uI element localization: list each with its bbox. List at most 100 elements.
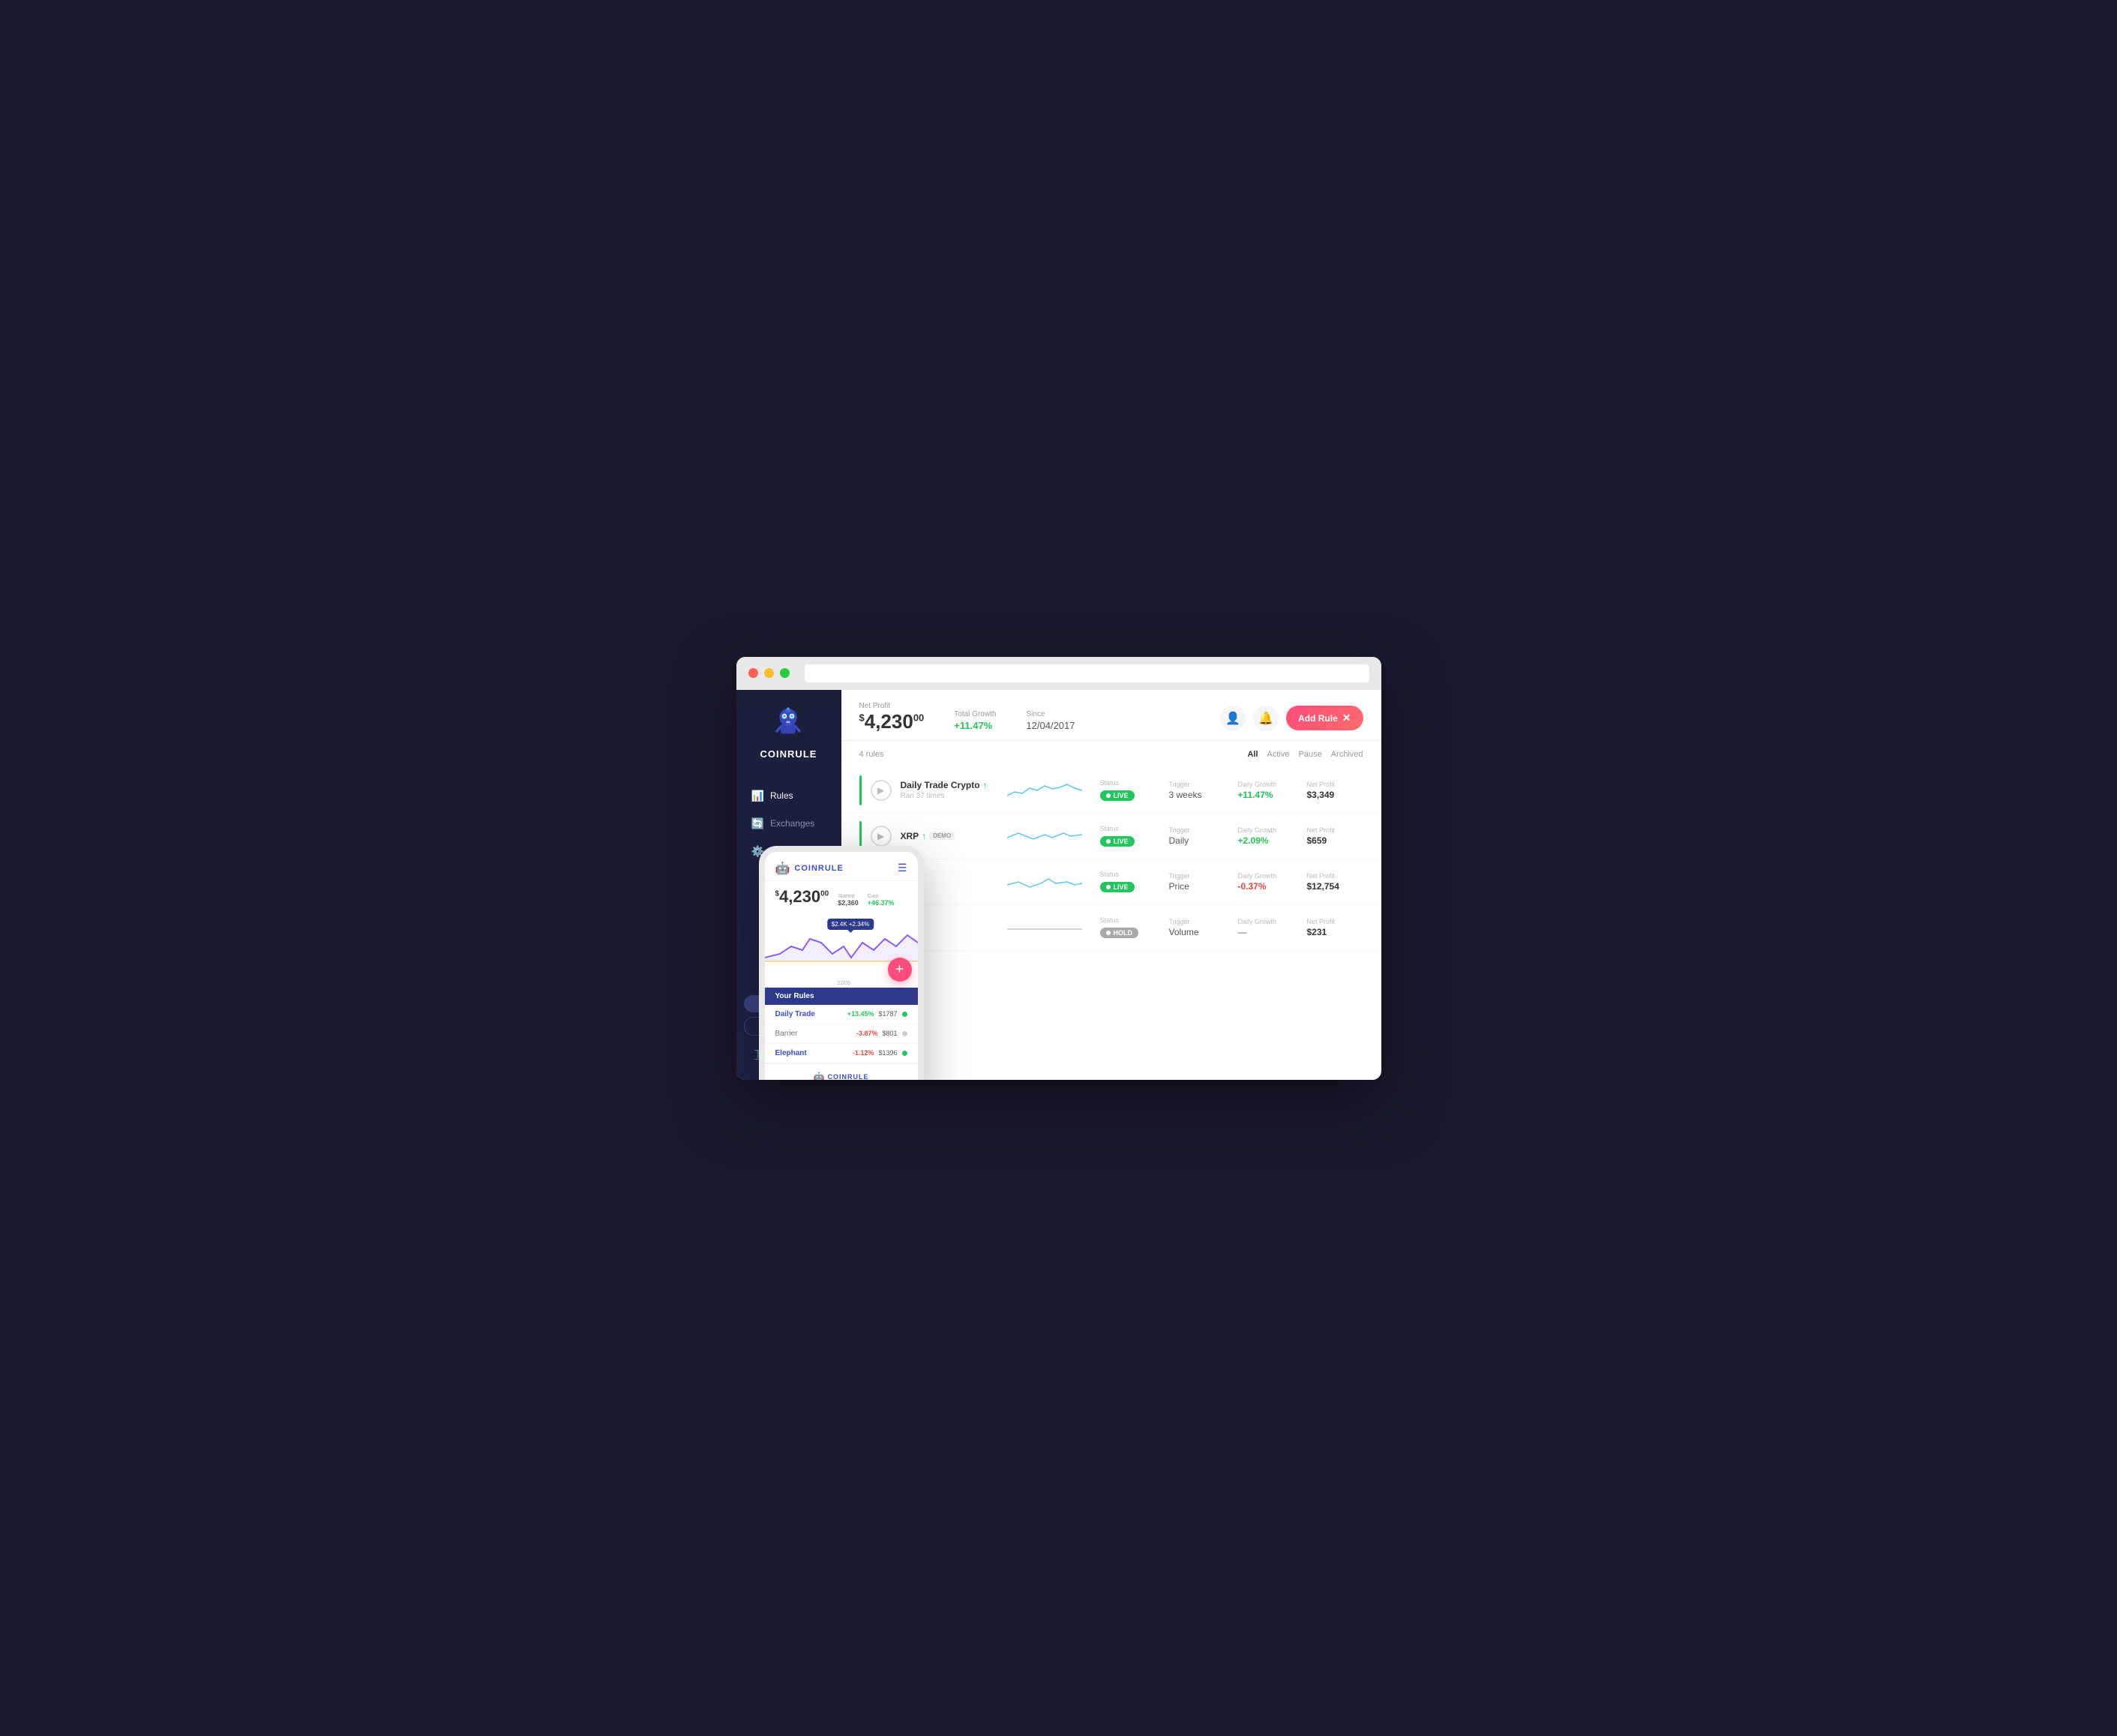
chart-date: 22/05 — [837, 981, 850, 986]
list-item[interactable]: Elephant -1.12% $1396 — [765, 1044, 918, 1063]
filter-archived[interactable]: Archived — [1331, 748, 1363, 760]
mobile-started-label: Started — [838, 894, 859, 899]
rule-net-profit-col: Net Profit $659 — [1307, 826, 1367, 846]
mobile-rule-name: Barrier — [775, 1030, 852, 1038]
rule-trigger-value: 3 weeks — [1169, 790, 1229, 800]
mobile-top-bar: 🤖 COINRULE ☰ — [765, 852, 918, 881]
status-badge: LIVE — [1100, 882, 1135, 892]
filter-pause[interactable]: Pause — [1299, 748, 1322, 760]
rule-play-button[interactable]: ▶ — [871, 826, 892, 847]
dot-green[interactable] — [780, 668, 790, 678]
rule-daily-growth-col: Daily Growth +11.47% — [1238, 781, 1298, 800]
your-rules-header: Your Rules — [765, 988, 918, 1005]
mobile-overlay: 🤖 COINRULE ☰ $4,23000 Started $2,360 Gai… — [759, 846, 924, 1080]
footer-robot-icon: 🤖 — [814, 1072, 825, 1080]
mobile-rule-name: Daily Trade — [775, 1010, 843, 1018]
mobile-footer-logo: 🤖 COINRULE — [775, 1072, 907, 1080]
mobile-gain-block: Gain +46.37% — [868, 894, 895, 907]
mobile-content: 🤖 COINRULE ☰ $4,23000 Started $2,360 Gai… — [765, 852, 918, 1080]
sidebar-brand: COINRULE — [760, 748, 817, 760]
status-dot — [1106, 793, 1111, 798]
exchanges-icon: 🔄 — [751, 817, 764, 830]
rule-daily-growth-col: Daily Growth — — [1238, 918, 1298, 937]
rule-growth-value: — — [1238, 927, 1298, 937]
rule-active-bar — [859, 775, 862, 805]
mobile-add-button[interactable]: + — [888, 958, 912, 982]
demo-badge: DEMO — [929, 832, 955, 840]
list-item[interactable]: Barrier -3.87% $801 — [765, 1024, 918, 1044]
rule-status-col: Status LIVE — [1100, 825, 1160, 847]
rule-up-arrow: ↑ — [922, 831, 926, 841]
mobile-footer-brand: COINRULE — [827, 1073, 868, 1080]
user-icon-button[interactable]: 👤 — [1220, 706, 1246, 731]
filter-tabs: All Active Pause Archived — [1247, 748, 1363, 760]
rules-count: 4 rules — [859, 750, 884, 759]
total-growth-label: Total Growth — [954, 710, 996, 718]
status-badge: LIVE — [1100, 836, 1135, 847]
mobile-started-block: Started $2,360 — [838, 894, 859, 907]
list-item[interactable]: Daily Trade +13.45% $1787 — [765, 1005, 918, 1024]
rule-chart — [1007, 777, 1082, 803]
net-profit-block: Net Profit $4,23000 — [859, 702, 925, 731]
rule-status-col: Status HOLD — [1100, 916, 1160, 939]
mobile-gain-value: +46.37% — [868, 899, 895, 907]
mobile-balance: $4,23000 — [775, 887, 829, 907]
status-dot — [1106, 931, 1111, 935]
rule-growth-value: +11.47% — [1238, 790, 1298, 800]
mobile-started-value: $2,360 — [838, 899, 859, 907]
rule-name: XRP ↑ DEMO — [901, 831, 998, 841]
rule-info: XRP ↑ DEMO — [901, 831, 998, 841]
mobile-rule-dot — [902, 1051, 907, 1056]
sidebar-item-rules[interactable]: 📊 Rules — [736, 782, 841, 810]
rule-chart — [1007, 868, 1082, 895]
mobile-logo-area: 🤖 COINRULE — [775, 861, 844, 876]
dot-yellow[interactable] — [764, 668, 774, 678]
since-label: Since — [1026, 710, 1075, 718]
sidebar-logo-area: COINRULE — [760, 705, 817, 760]
since-block: Since 12/04/2017 — [1026, 710, 1075, 731]
rule-trigger-col: Trigger Volume — [1169, 918, 1229, 937]
rule-trigger-col: Trigger Daily — [1169, 826, 1229, 846]
rule-trigger-value: Volume — [1169, 927, 1229, 937]
mobile-footer: 🤖 COINRULE © Coinrule Ltd. 2018 All righ… — [765, 1063, 918, 1080]
dot-red[interactable] — [748, 668, 758, 678]
mobile-rule-pct: +13.45% — [847, 1010, 874, 1018]
mobile-rule-pct: -1.12% — [853, 1049, 874, 1057]
bell-icon-button[interactable]: 🔔 — [1253, 706, 1279, 731]
mobile-rule-price: $1396 — [878, 1049, 897, 1057]
rule-trigger-value: Daily — [1169, 835, 1229, 846]
rule-play-button[interactable]: ▶ — [871, 780, 892, 801]
mobile-robot-icon: 🤖 — [775, 861, 790, 876]
rule-net-profit-col: Net Profit $12,754 — [1307, 872, 1367, 892]
rule-ran-times: Ran 37 times — [901, 792, 998, 800]
filter-all[interactable]: All — [1247, 748, 1258, 760]
browser-addressbar[interactable] — [805, 664, 1369, 682]
status-badge: HOLD — [1100, 928, 1139, 938]
table-row: ▶ Daily Trade Crypto ↑ Ran 37 times — [841, 768, 1381, 814]
header-actions: 👤 🔔 Add Rule ✕ — [1220, 706, 1363, 731]
mobile-rule-dot — [902, 1031, 907, 1036]
mobile-rule-list: Daily Trade +13.45% $1787 Barrier -3.87%… — [765, 1005, 918, 1063]
mobile-rule-name: Elephant — [775, 1049, 848, 1057]
rule-chart — [1007, 823, 1082, 849]
robot-icon — [769, 705, 807, 742]
total-growth-value: +11.47% — [954, 720, 996, 731]
rule-daily-growth-col: Daily Growth -0.37% — [1238, 872, 1298, 892]
filter-active[interactable]: Active — [1267, 748, 1290, 760]
rule-profit-value: $659 — [1307, 835, 1367, 846]
rules-toolbar: 4 rules All Active Pause Archived — [841, 741, 1381, 768]
rule-trigger-col: Trigger 3 weeks — [1169, 781, 1229, 800]
rule-trigger-col: Trigger Price — [1169, 872, 1229, 892]
rule-growth-value: -0.37% — [1238, 881, 1298, 892]
add-rule-button[interactable]: Add Rule ✕ — [1286, 706, 1363, 730]
browser-titlebar — [736, 657, 1381, 690]
mobile-rule-pct: -3.87% — [856, 1030, 878, 1037]
net-profit-value: $4,23000 — [859, 712, 925, 731]
sidebar-item-exchanges[interactable]: 🔄 Exchanges — [736, 810, 841, 838]
rule-status-col: Status LIVE — [1100, 871, 1160, 893]
add-rule-icon: ✕ — [1342, 712, 1351, 724]
rule-chart — [1007, 914, 1082, 940]
mobile-rule-dot — [902, 1012, 907, 1017]
rule-net-profit-col: Net Profit $3,349 — [1307, 781, 1367, 800]
mobile-menu-icon[interactable]: ☰ — [898, 862, 907, 874]
